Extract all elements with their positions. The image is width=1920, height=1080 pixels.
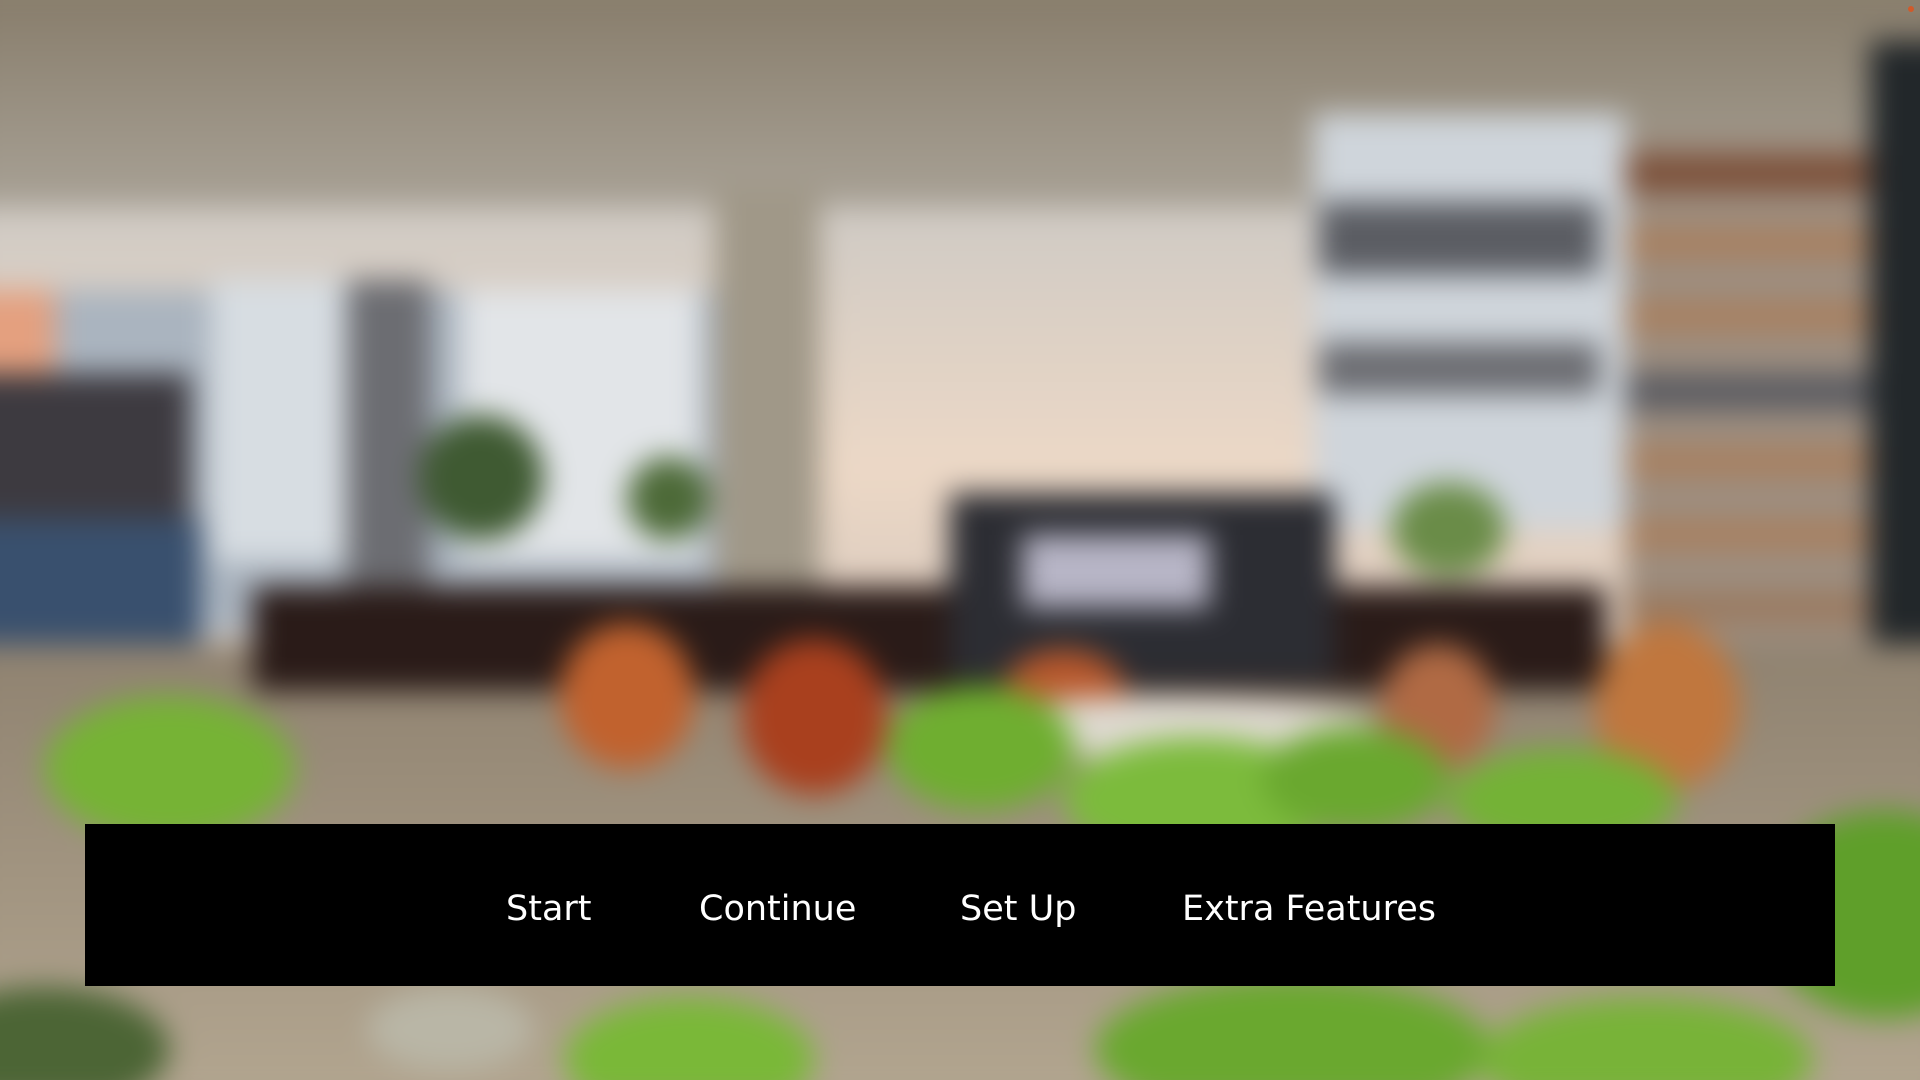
menu-item-start[interactable]: Start (506, 824, 592, 986)
title-screen: Start Continue Set Up Extra Features (0, 0, 1920, 1080)
main-menu-bar: Start Continue Set Up Extra Features (85, 824, 1835, 986)
menu-item-set-up[interactable]: Set Up (960, 824, 1076, 986)
status-indicator-dot (1908, 6, 1914, 12)
menu-item-continue[interactable]: Continue (699, 824, 856, 986)
menu-item-extra-features[interactable]: Extra Features (1182, 824, 1436, 986)
